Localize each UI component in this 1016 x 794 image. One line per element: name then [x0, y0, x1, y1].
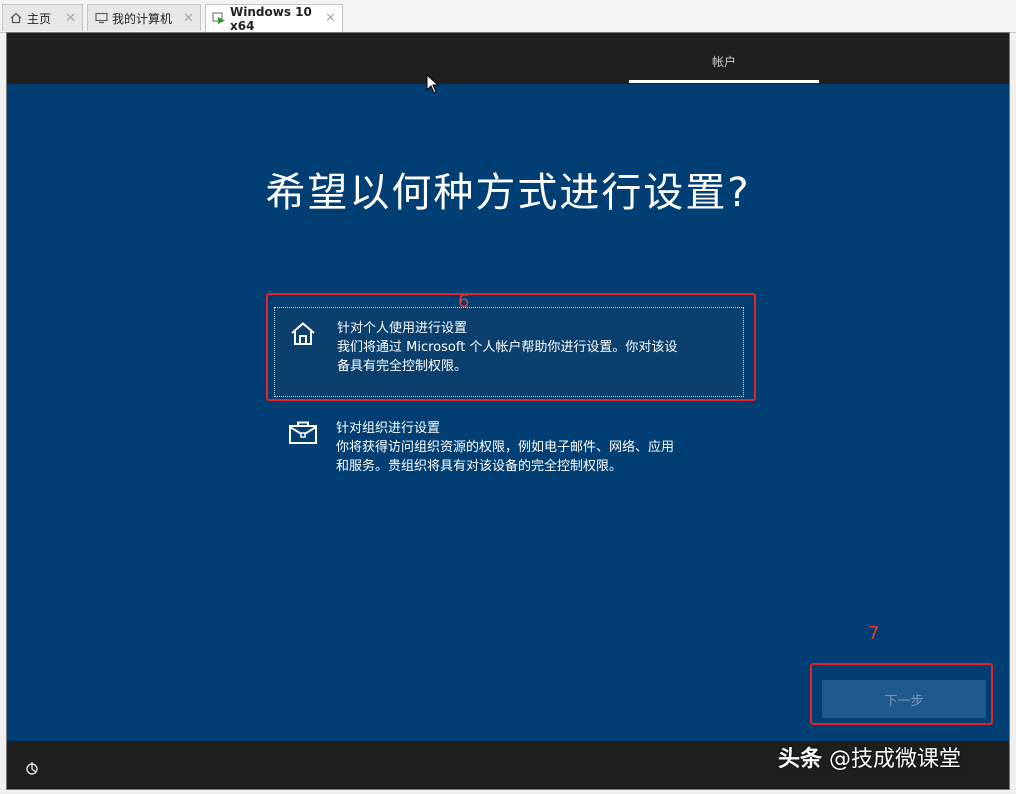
option-description: 和服务。贵组织将具有对该设备的完全控制权限。 — [336, 459, 623, 474]
close-icon[interactable]: ✕ — [317, 11, 336, 26]
option-description: 我们将通过 Microsoft 个人帐户帮助你进行设置。你对该设 — [337, 340, 678, 355]
option-description: 备具有完全控制权限。 — [337, 359, 468, 374]
progress-step-account: 帐户 — [711, 55, 736, 69]
page-title: 希望以何种方式进行设置? — [265, 170, 751, 216]
mouse-pointer-icon — [426, 74, 440, 94]
tab-windows-10-x64[interactable]: Windows 10 x64 ✕ — [205, 4, 343, 33]
home-icon — [9, 11, 23, 25]
tab-home[interactable]: 主页 ✕ — [2, 4, 83, 31]
tab-my-computer[interactable]: 我的计算机 ✕ — [87, 4, 201, 31]
watermark: 头条 @技成微课堂 — [778, 741, 961, 773]
tab-label: Windows 10 x64 — [230, 4, 312, 33]
tab-bar: 主页 ✕ 我的计算机 ✕ Windows 10 x64 ✕ — [0, 0, 1016, 33]
watermark-handle: @技成微课堂 — [829, 747, 962, 772]
briefcase-icon — [288, 420, 317, 448]
accessibility-icon[interactable] — [24, 759, 42, 777]
option-organization[interactable]: 针对组织进行设置 你将获得访问组织资源的权限，例如电子邮件、网络、应用 和服务。… — [274, 408, 744, 498]
option-title: 针对个人使用进行设置 — [337, 321, 468, 336]
vm-screen[interactable]: 帐户 希望以何种方式进行设置? 6 针对个人使用进行设置 我们将通过 Micro… — [6, 32, 1010, 790]
next-button[interactable]: 下一步 — [822, 680, 986, 718]
home-icon — [289, 320, 317, 348]
computer-icon — [94, 11, 108, 25]
oobe-progress-bar: 帐户 — [7, 33, 1009, 84]
annotation-number-7: 7 — [868, 623, 880, 644]
tab-label: 我的计算机 — [112, 11, 173, 26]
close-icon[interactable]: ✕ — [57, 11, 76, 26]
close-icon[interactable]: ✕ — [175, 11, 194, 26]
oobe-panel: 希望以何种方式进行设置? 6 针对个人使用进行设置 我们将通过 Microsof… — [7, 84, 1009, 741]
option-title: 针对组织进行设置 — [336, 421, 441, 436]
progress-step-indicator — [629, 80, 819, 83]
watermark-brand: 头条 — [778, 747, 823, 772]
tab-label: 主页 — [27, 11, 52, 26]
vm-icon — [212, 12, 226, 26]
option-description: 你将获得访问组织资源的权限，例如电子邮件、网络、应用 — [336, 440, 675, 455]
option-personal-use[interactable]: 针对个人使用进行设置 我们将通过 Microsoft 个人帐户帮助你进行设置。你… — [274, 307, 744, 397]
